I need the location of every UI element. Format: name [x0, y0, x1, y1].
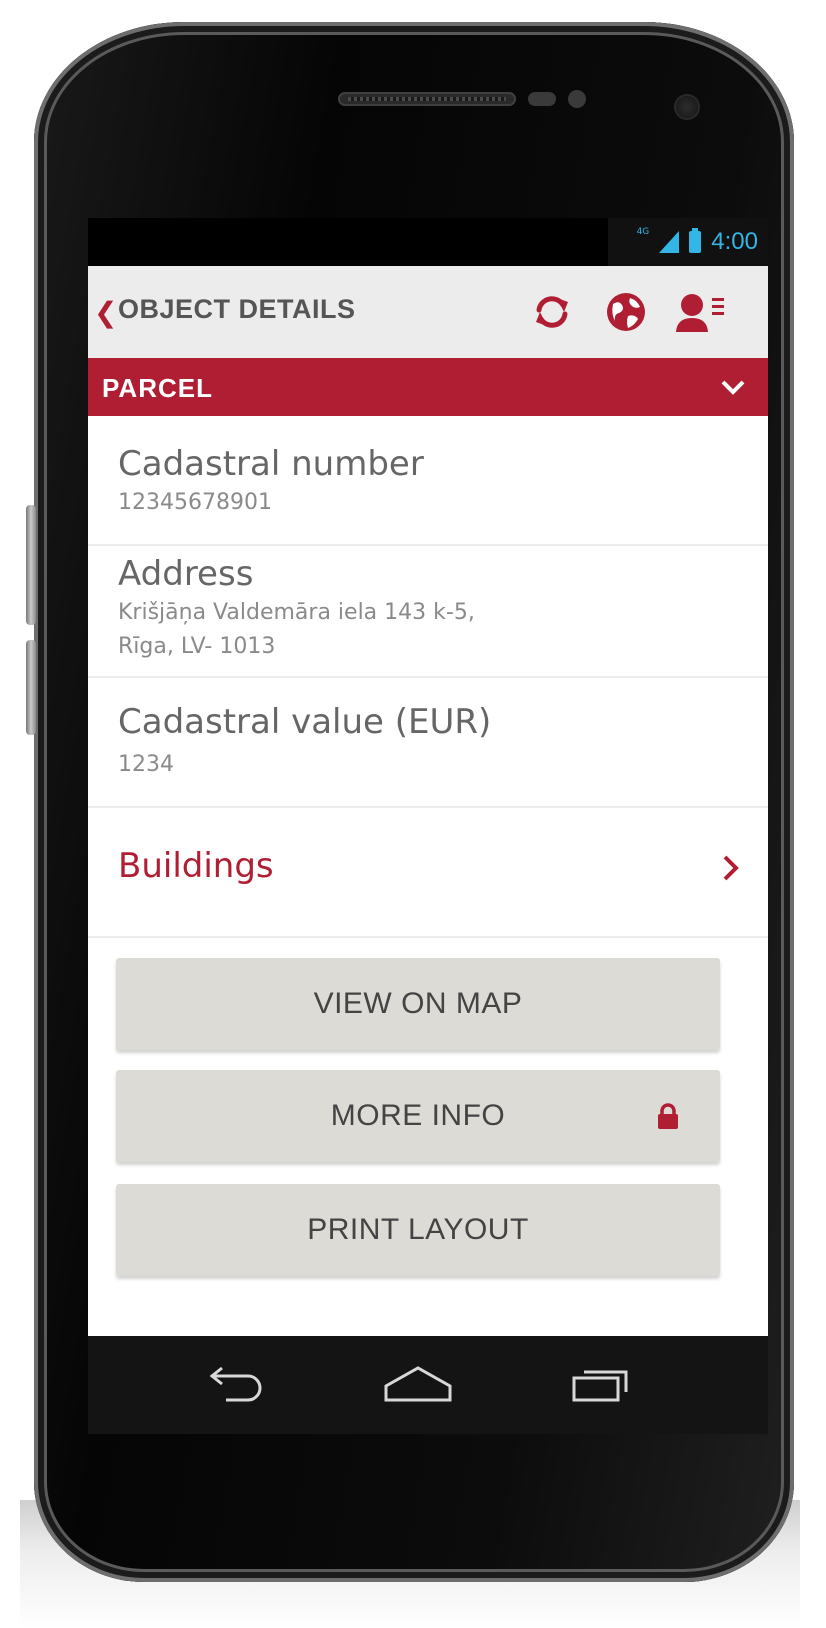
proximity-sensor — [528, 92, 556, 106]
app-content: ❮ OBJECT DETAILS PARCEL Cadastral number… — [88, 266, 768, 1336]
volume-key — [26, 505, 36, 625]
view-on-map-button[interactable]: VIEW ON MAP — [116, 958, 720, 1050]
field-value: 1234 — [118, 752, 174, 777]
refresh-icon[interactable] — [530, 290, 574, 334]
address-row: Address Krišjāņa Valdemāra iela 143 k-5,… — [88, 546, 768, 678]
earpiece-speaker — [338, 92, 516, 106]
app-bar: ❮ OBJECT DETAILS — [88, 266, 768, 358]
buildings-label: Buildings — [118, 846, 274, 886]
light-sensor — [568, 90, 586, 108]
chevron-down-icon[interactable] — [720, 374, 746, 400]
globe-icon[interactable] — [604, 290, 648, 334]
battery-icon — [689, 228, 702, 253]
front-camera — [676, 96, 698, 118]
status-time: 4:00 — [711, 228, 758, 255]
status-bar: 4G 4:00 — [608, 218, 768, 266]
navigation-bar — [88, 1336, 768, 1434]
chevron-right-icon — [723, 855, 739, 881]
more-info-label: MORE INFO — [330, 1099, 506, 1132]
field-label: Cadastral value (EUR) — [118, 702, 492, 742]
home-nav-icon[interactable] — [382, 1364, 454, 1404]
buildings-link[interactable]: Buildings — [88, 808, 768, 938]
device-screen: 4G 4:00 ❮ OBJECT DETAILS PARCEL Cadastra… — [88, 218, 768, 1434]
field-label: Cadastral number — [118, 444, 424, 484]
side-key-lower — [26, 640, 36, 735]
network-type: 4G — [636, 227, 650, 237]
signal-icon — [659, 231, 680, 253]
field-value: 12345678901 — [118, 490, 272, 515]
cadastral-value-row: Cadastral value (EUR) 1234 — [88, 678, 768, 808]
back-nav-icon[interactable] — [204, 1364, 266, 1404]
cadastral-number-row: Cadastral number 12345678901 — [88, 416, 768, 546]
print-layout-button[interactable]: PRINT LAYOUT — [116, 1184, 720, 1276]
back-button[interactable]: ❮ — [94, 296, 117, 329]
print-layout-label: PRINT LAYOUT — [307, 1213, 529, 1246]
field-value-line1: Krišjāņa Valdemāra iela 143 k-5, — [118, 600, 475, 625]
section-title: PARCEL — [102, 373, 213, 403]
view-on-map-label: VIEW ON MAP — [313, 987, 523, 1020]
field-label: Address — [118, 554, 254, 594]
page-title: OBJECT DETAILS — [118, 294, 356, 324]
parcel-section-header[interactable]: PARCEL — [88, 358, 768, 416]
field-value-line2: Rīga, LV- 1013 — [118, 634, 276, 659]
recent-apps-nav-icon[interactable] — [570, 1364, 634, 1404]
more-info-button[interactable]: MORE INFO — [116, 1070, 720, 1162]
lock-icon — [658, 1103, 678, 1129]
user-menu-icon[interactable] — [674, 290, 726, 334]
